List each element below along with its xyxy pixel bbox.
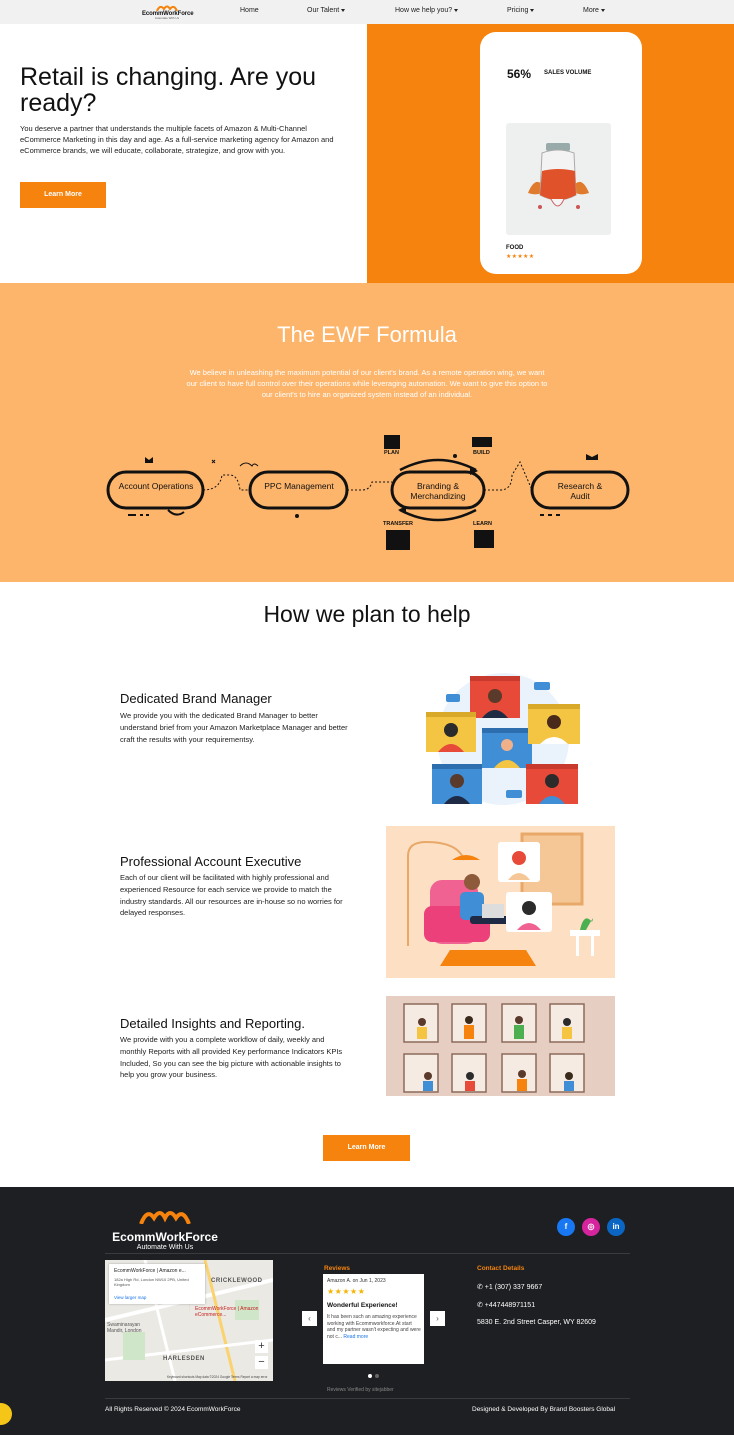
review-body-wrapper: It has been such an amazing experience w…: [327, 1314, 421, 1340]
site-logo[interactable]: EcommWorkForce Automate With Us: [142, 3, 194, 21]
hero-description: You deserve a partner that understands t…: [20, 124, 334, 155]
nav-home[interactable]: Home: [240, 7, 259, 14]
map-label-area: Swaminarayan Mandir, London: [107, 1322, 142, 1334]
developer-credit[interactable]: Designed & Developed By Brand Boosters G…: [472, 1406, 615, 1413]
linkedin-icon[interactable]: in: [607, 1218, 625, 1236]
pill-research-audit: Research & Audit: [557, 481, 603, 501]
review-card: Amazon A. on Jun 1, 2023 ★★★★★ Wonderful…: [323, 1274, 424, 1364]
footer-divider: [105, 1253, 630, 1254]
product-image: [506, 123, 611, 235]
map-view-larger-link[interactable]: View larger map: [114, 1295, 146, 1300]
map-place-card: EcommWorkForce | Amazon e... 182a High R…: [109, 1264, 205, 1304]
top-navigation: EcommWorkForce Automate With Us Home Our…: [0, 0, 734, 24]
map-label-harlesden: HARLESDEN: [163, 1356, 205, 1362]
facebook-icon[interactable]: f: [557, 1218, 575, 1236]
formula-title: The EWF Formula: [277, 322, 457, 347]
step-learn: LEARN: [473, 521, 492, 527]
formula-flow-diagram: Account Operations PPC Management Brandi…: [100, 430, 640, 555]
product-name: FOOD: [506, 245, 524, 251]
map-place-title: EcommWorkForce | Amazon e...: [114, 1268, 186, 1274]
review-body: It has been such an amazing experience w…: [327, 1314, 421, 1340]
step-build: BUILD: [473, 450, 490, 456]
nav-home-label: Home: [240, 7, 259, 14]
copyright-text: All Rights Reserved © 2024 EcommWorkForc…: [105, 1406, 241, 1413]
product-rating-stars: ★★★★★: [506, 254, 535, 260]
nav-more[interactable]: More: [583, 7, 605, 14]
hero-title: Retail is changing. Are you ready?: [20, 63, 317, 117]
instagram-icon[interactable]: ◎: [582, 1218, 600, 1236]
caret-down-icon: [454, 8, 459, 12]
video-call-illustration: [390, 668, 616, 810]
nav-our-talent[interactable]: Our Talent: [307, 7, 346, 14]
review-prev-button[interactable]: ‹: [302, 1311, 317, 1326]
review-title: Wonderful Experience!: [327, 1302, 398, 1309]
review-author: Amazon A. on Jun 1, 2023: [327, 1278, 386, 1284]
feature-title-brand-manager: Dedicated Brand Manager: [120, 691, 272, 706]
help-section-title: How we plan to help: [263, 601, 471, 627]
logo-mark-icon: [156, 5, 178, 11]
map-pin-label: EcommWorkForce | Amazon eCommerce...: [195, 1306, 259, 1318]
step-plan: PLAN: [384, 450, 399, 456]
honey-jar-icon: [528, 143, 589, 209]
map-zoom-in-button[interactable]: +: [255, 1340, 268, 1353]
logo-mark-icon: [139, 1211, 191, 1225]
step-transfer: TRANSFER: [383, 521, 413, 527]
logo-tagline: Automate With Us: [154, 16, 180, 20]
carousel-dot[interactable]: [375, 1374, 379, 1378]
help-learn-more-button[interactable]: Learn More: [323, 1135, 410, 1161]
review-read-more-link[interactable]: Read more: [343, 1334, 368, 1340]
nav-how-we-help-label: How we help you?: [395, 7, 453, 14]
caret-down-icon: [600, 8, 605, 12]
apartment-neighbors-illustration: [386, 996, 615, 1096]
review-stars: ★★★★★: [327, 1287, 366, 1296]
footer-brand: EcommWorkForce: [112, 1230, 218, 1244]
pill-branding-merchandizing: Branding & Merchandizing: [410, 481, 466, 501]
feature-title-account-executive: Professional Account Executive: [120, 854, 302, 869]
google-map-embed[interactable]: EcommWorkForce | Amazon e... 182a High R…: [105, 1260, 273, 1381]
hero-learn-more-button[interactable]: Learn More: [20, 182, 106, 208]
reviews-heading: Reviews: [324, 1265, 351, 1272]
review-next-button[interactable]: ›: [430, 1311, 445, 1326]
feature-text-brand-manager: We provide you with the dedicated Brand …: [120, 711, 348, 744]
footer-logo[interactable]: EcommWorkForce Automate With Us: [105, 1206, 225, 1252]
formula-description: We believe in unleashing the maximum pot…: [186, 368, 548, 399]
nav-more-label: More: [583, 7, 599, 14]
map-label-cricklewood: CRICKLEWOOD: [211, 1278, 263, 1284]
remote-worker-illustration: [386, 826, 615, 978]
contact-address: 5830 E. 2nd Street Casper, WY 82609: [477, 1319, 596, 1326]
pill-ppc-management: PPC Management: [264, 481, 334, 491]
nav-how-we-help[interactable]: How we help you?: [395, 7, 459, 14]
nav-pricing[interactable]: Pricing: [507, 7, 535, 14]
feature-title-insights: Detailed Insights and Reporting.: [120, 1016, 306, 1031]
map-place-address: 182a High Rd, London NW10 2PB, United Ki…: [114, 1277, 189, 1287]
sales-volume-label: SALES VOLUME: [544, 70, 592, 76]
footer-tagline: Automate With Us: [136, 1244, 194, 1251]
feature-text-account-executive: Each of our client will be facilitated w…: [120, 873, 343, 918]
caret-down-icon: [530, 8, 535, 12]
map-attribution: Keyboard shortcuts Map data ©2024 Google…: [167, 1375, 268, 1379]
sales-volume-value: 56%: [507, 67, 532, 81]
carousel-dot-active[interactable]: [368, 1374, 372, 1378]
contact-whatsapp[interactable]: ✆ +447448971151: [477, 1301, 535, 1309]
pill-account-operations: Account Operations: [118, 481, 194, 491]
nav-our-talent-label: Our Talent: [307, 7, 340, 14]
footer-bottom-divider: [105, 1398, 630, 1399]
reviews-verified-by[interactable]: Reviews Verified by sitejabber: [327, 1387, 394, 1393]
caret-down-icon: [341, 8, 346, 12]
contact-heading: Contact Details: [477, 1265, 525, 1272]
map-zoom-out-button[interactable]: −: [255, 1356, 268, 1369]
feature-text-insights: We provide with you a complete workflow …: [120, 1035, 343, 1080]
contact-phone[interactable]: ✆ +1 (307) 337 9667: [477, 1283, 542, 1291]
nav-pricing-label: Pricing: [507, 7, 529, 14]
